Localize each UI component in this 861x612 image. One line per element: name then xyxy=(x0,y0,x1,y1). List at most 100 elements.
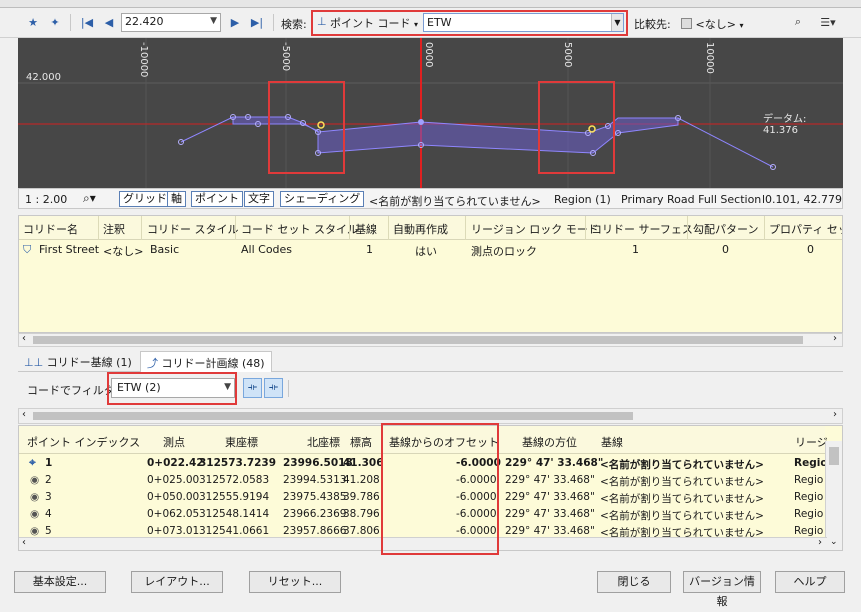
compare-value: <なし> xyxy=(695,18,736,31)
compare-label: 比較先: xyxy=(634,18,671,31)
column-header[interactable]: プロパティ セット xyxy=(769,221,842,237)
column-header[interactable]: 測点 xyxy=(163,434,185,450)
point-toggle[interactable]: ポイント xyxy=(191,191,243,207)
axis-label: -5000 xyxy=(280,42,291,72)
chevron-right-icon[interactable]: › xyxy=(833,409,837,420)
horizontal-scrollbar[interactable]: ‹ › xyxy=(18,333,843,347)
cell[interactable]: 1 xyxy=(366,243,373,256)
version-info-button[interactable]: バージョン情報 xyxy=(683,571,761,608)
tab-corridor-baselines[interactable]: ⊥⊥ コリドー基線 (1) xyxy=(18,351,138,372)
caret-down-icon: ▾ xyxy=(414,20,419,29)
viewport-status-bar: 1 : 2.00 ⌕▾ グリッド 軸 ポイント 文字 シェーディング <名前が割… xyxy=(18,188,843,209)
search-input[interactable]: ETW ▼ xyxy=(423,13,624,32)
code-filter-select[interactable]: ETW (2) ▼ xyxy=(111,378,235,398)
chevron-right-icon[interactable]: › xyxy=(833,333,837,344)
table-row[interactable]: ◉ 4 0+062.05 312548.1414 23966.2369 38.7… xyxy=(19,506,825,523)
column-header[interactable]: 自動再作成 xyxy=(393,221,448,237)
last-station-icon[interactable]: ▶| xyxy=(248,13,266,31)
top-tab-strip xyxy=(0,0,861,8)
search-label: 検索: xyxy=(281,18,307,31)
feature-line-button[interactable]: ⟛ xyxy=(243,378,262,398)
vertical-scrollbar[interactable]: ⌄ xyxy=(825,441,842,550)
station-select[interactable]: 22.420 ▼ xyxy=(121,13,221,32)
close-button[interactable]: 閉じる xyxy=(597,571,671,593)
help-button[interactable]: ヘルプ xyxy=(775,571,845,593)
reset-button[interactable]: リセット... xyxy=(249,571,341,593)
table-row[interactable]: ◉ 2 0+025.00 312572.0583 23994.5313 41.2… xyxy=(19,472,825,489)
cell[interactable]: 1 xyxy=(632,243,639,256)
cell[interactable]: 0 xyxy=(807,243,814,256)
settings-button[interactable]: 基本設定... xyxy=(14,571,106,593)
cell[interactable]: はい xyxy=(415,243,437,259)
corridor-name[interactable]: First Street xyxy=(39,243,99,256)
column-header[interactable]: 基線 xyxy=(355,221,377,237)
column-header[interactable]: 基線からのオフセット xyxy=(389,434,499,450)
first-station-icon[interactable]: |◀ xyxy=(78,13,96,31)
chevron-left-icon[interactable]: ‹ xyxy=(22,333,26,344)
scale-label[interactable]: 1 : 2.00 xyxy=(25,193,67,206)
column-header[interactable]: コリドー スタイル xyxy=(147,221,239,237)
column-header[interactable]: 基線の方位 xyxy=(522,434,577,450)
column-header[interactable]: 注釈 xyxy=(103,221,125,237)
grid-toggle[interactable]: グリッド xyxy=(119,191,171,207)
chevron-left-icon[interactable]: ‹ xyxy=(22,409,26,420)
previous-station-icon[interactable]: ◀ xyxy=(100,13,118,31)
horizontal-scrollbar[interactable]: ‹ › xyxy=(18,408,843,424)
next-station-icon[interactable]: ▶ xyxy=(226,13,244,31)
new-star-icon[interactable]: ★ xyxy=(24,13,42,31)
chevron-down-icon[interactable]: ⌄ xyxy=(830,537,838,547)
filter-label: コードでフィルタ: xyxy=(27,384,119,397)
feature-line-icon: ⤴ xyxy=(147,357,162,370)
chevron-down-icon[interactable]: ▼ xyxy=(611,14,623,31)
cell[interactable]: <なし> xyxy=(103,243,143,259)
table-row[interactable]: ⌖ 1 0+022.42 312573.7239 23996.5018 41.3… xyxy=(19,455,828,472)
column-header[interactable]: 基線 xyxy=(601,434,623,450)
filter-value: ETW (2) xyxy=(117,381,161,394)
edit-star-icon[interactable]: ✦ xyxy=(46,13,64,31)
column-header[interactable]: リージ xyxy=(795,434,828,450)
assembly-shape xyxy=(232,116,679,154)
axis-label: 0000 xyxy=(423,42,434,68)
tab-corridor-feature-lines[interactable]: ⤴ コリドー計画線 (48) xyxy=(140,351,272,372)
scroll-thumb[interactable] xyxy=(33,412,633,420)
cell[interactable]: 測点のロック xyxy=(471,243,537,259)
cell[interactable]: All Codes xyxy=(241,243,292,256)
axis-toggle[interactable]: 軸 xyxy=(167,191,186,207)
compare-dropdown[interactable]: <なし> ▾ xyxy=(681,13,761,32)
column-header[interactable]: ポイント インデックス xyxy=(27,434,140,450)
toolbar: ★ ✦ |◀ ◀ 22.420 ▼ ▶ ▶| 検索: ⊥ ポイント コード ▾ … xyxy=(0,8,861,38)
cell[interactable]: Basic xyxy=(150,243,179,256)
layout-button[interactable]: レイアウト... xyxy=(131,571,223,593)
section-viewport[interactable]: -10000 -5000 0000 5000 10000 42.000 データム… xyxy=(18,38,843,188)
column-header[interactable]: 北座標 xyxy=(307,434,340,450)
zoom-icon[interactable]: ⌕▾ xyxy=(83,191,96,206)
column-header[interactable]: コード セット スタイル xyxy=(241,221,358,237)
horizontal-scrollbar[interactable]: ‹ › xyxy=(19,537,827,550)
column-header[interactable]: コリドー名 xyxy=(23,221,78,237)
feature-line-select-button[interactable]: ⟛ xyxy=(264,378,283,398)
shading-toggle[interactable]: シェーディング xyxy=(280,191,365,207)
point-icon: ◉ xyxy=(30,525,40,537)
scroll-thumb[interactable] xyxy=(33,336,803,344)
cell[interactable]: 0 xyxy=(722,243,729,256)
search-type-dropdown[interactable]: ⊥ ポイント コード ▾ xyxy=(312,11,423,34)
table-row[interactable]: ◉ 3 0+050.00 312555.9194 23975.4385 39.7… xyxy=(19,489,825,506)
column-header[interactable]: リージョン ロック モード xyxy=(471,221,599,237)
column-header[interactable]: 勾配パターン xyxy=(693,221,758,237)
station-value: 22.420 xyxy=(125,15,164,28)
column-header[interactable]: 標高 xyxy=(350,434,372,450)
chevron-right-icon[interactable]: › xyxy=(818,537,822,548)
scroll-thumb[interactable] xyxy=(829,447,839,465)
chevron-left-icon[interactable]: ‹ xyxy=(22,537,26,548)
daylight-line-right xyxy=(677,117,774,168)
column-header[interactable]: 東座標 xyxy=(225,434,258,450)
search-value: ETW xyxy=(427,16,452,29)
point-icon: ◉ xyxy=(30,474,40,486)
text-toggle[interactable]: 文字 xyxy=(244,191,274,207)
surface-icon xyxy=(681,18,692,29)
bottom-tabs: ⊥⊥ コリドー基線 (1) ⤴ コリドー計画線 (48) xyxy=(18,350,843,372)
zoom-icon[interactable]: ⌕ xyxy=(789,13,807,31)
toolbar-separator xyxy=(273,14,274,31)
column-header[interactable]: コリドー サーフェス xyxy=(591,221,693,237)
menu-icon[interactable]: ☰▾ xyxy=(816,13,840,31)
